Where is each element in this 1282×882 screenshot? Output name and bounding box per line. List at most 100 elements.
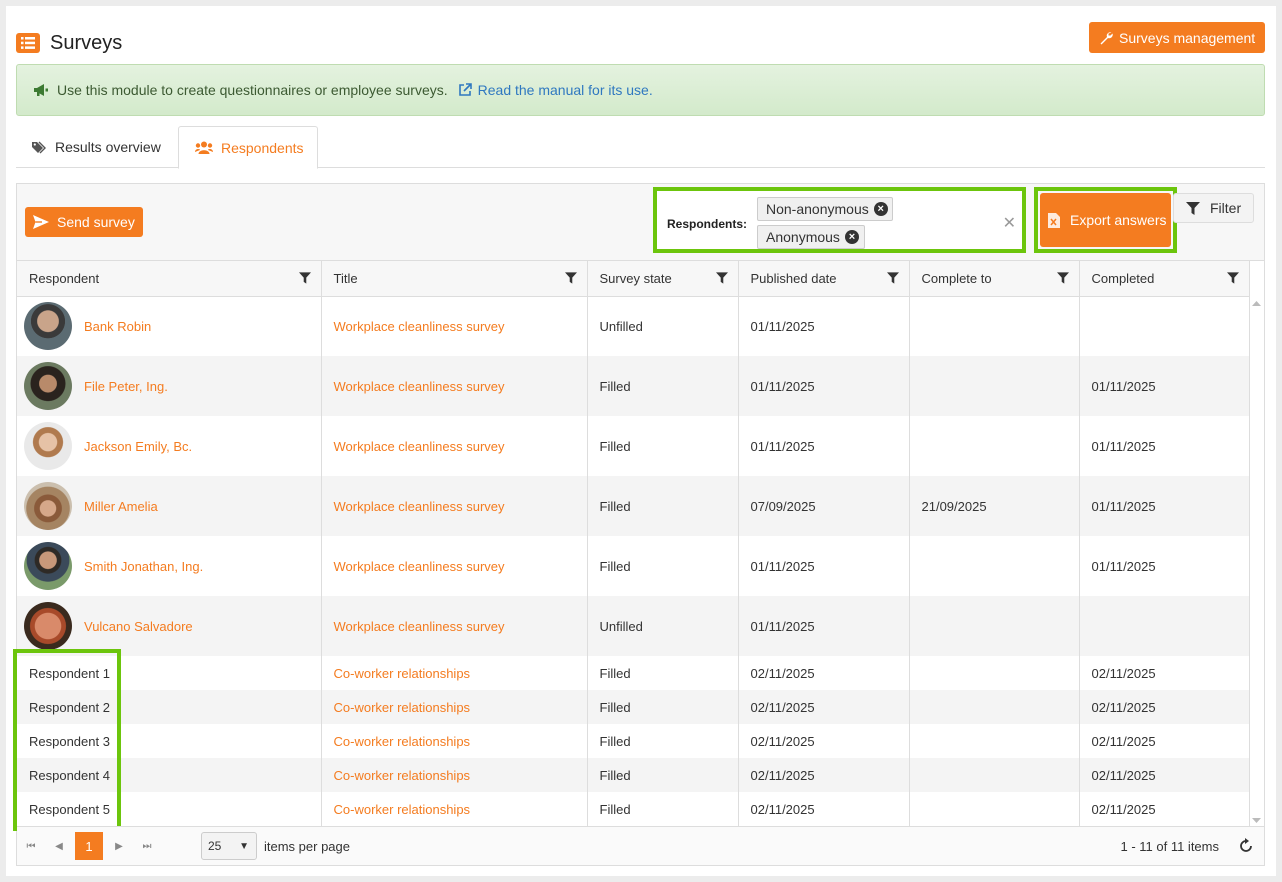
respondent-link[interactable]: Vulcano Salvadore xyxy=(84,619,193,634)
survey-title-link[interactable]: Workplace cleanliness survey xyxy=(334,559,505,574)
remove-chip-icon[interactable]: × xyxy=(873,202,888,216)
column-header-complete-to[interactable]: Complete to xyxy=(909,261,1080,297)
table-row[interactable]: Respondent 3 Co-worker relationships Fil… xyxy=(17,724,1250,758)
complete-to-cell xyxy=(909,758,1080,792)
table-header-row: Respondent Title Survey state Published … xyxy=(17,261,1250,297)
chip-non-anonymous[interactable]: Non-anonymous × xyxy=(757,197,893,221)
complete-to-cell xyxy=(909,356,1080,416)
state-cell: Filled xyxy=(587,536,739,596)
survey-title-link[interactable]: Co-worker relationships xyxy=(334,768,471,783)
column-header-completed[interactable]: Completed xyxy=(1079,261,1250,297)
survey-title-link[interactable]: Workplace cleanliness survey xyxy=(334,379,505,394)
avatar xyxy=(24,362,72,410)
survey-title-link[interactable]: Workplace cleanliness survey xyxy=(334,319,505,334)
surveys-management-button[interactable]: Surveys management xyxy=(1089,22,1265,53)
respondent-link[interactable]: Miller Amelia xyxy=(84,499,158,514)
wrench-icon xyxy=(1100,31,1113,44)
column-filter-icon[interactable] xyxy=(715,272,728,284)
column-filter-icon[interactable] xyxy=(1056,272,1069,284)
state-cell: Unfilled xyxy=(587,596,739,656)
avatar xyxy=(24,422,72,470)
respondents-table: Respondent Title Survey state Published … xyxy=(17,261,1250,826)
first-page-icon[interactable]: ⏮ xyxy=(17,841,45,852)
clear-selection-icon[interactable]: ✕ xyxy=(1003,213,1016,233)
tab-results-overview[interactable]: Results overview xyxy=(32,126,161,168)
chip-anonymous[interactable]: Anonymous × xyxy=(757,225,865,249)
column-header-published-date[interactable]: Published date xyxy=(738,261,910,297)
tab-respondents-label: Respondents xyxy=(221,139,304,156)
survey-title-link[interactable]: Co-worker relationships xyxy=(334,666,471,681)
remove-chip-icon[interactable]: × xyxy=(844,230,859,244)
column-header-respondent[interactable]: Respondent xyxy=(17,261,322,297)
published-cell: 02/11/2025 xyxy=(738,724,910,758)
chevron-down-icon: ▼ xyxy=(239,841,249,852)
vertical-scrollbar[interactable] xyxy=(1249,296,1264,826)
prev-page-icon[interactable]: ◀ xyxy=(45,841,73,852)
next-page-icon[interactable]: ▶ xyxy=(105,841,133,852)
survey-title-link[interactable]: Workplace cleanliness survey xyxy=(334,439,505,454)
table-row[interactable]: File Peter, Ing. Workplace cleanliness s… xyxy=(17,356,1250,416)
items-per-page-label: items per page xyxy=(264,838,350,854)
export-highlight: Export answers xyxy=(1034,187,1177,253)
table-row[interactable]: Bank Robin Workplace cleanliness survey … xyxy=(17,296,1250,356)
table-row[interactable]: Smith Jonathan, Ing. Workplace cleanline… xyxy=(17,536,1250,596)
complete-to-cell xyxy=(909,792,1080,826)
survey-title-link[interactable]: Workplace cleanliness survey xyxy=(334,619,505,634)
complete-to-cell xyxy=(909,596,1080,656)
published-cell: 01/11/2025 xyxy=(738,596,910,656)
respondents-filter-highlight: Respondents: Non-anonymous × Anonymous ×… xyxy=(653,187,1026,253)
column-filter-icon[interactable] xyxy=(564,272,577,284)
last-page-icon[interactable]: ⏭ xyxy=(133,841,161,852)
survey-title-link[interactable]: Co-worker relationships xyxy=(334,802,471,817)
completed-cell: 01/11/2025 xyxy=(1079,416,1250,476)
column-filter-icon[interactable] xyxy=(1226,272,1239,284)
page-size-select[interactable]: 25 ▼ xyxy=(201,832,257,860)
completed-cell: 01/11/2025 xyxy=(1079,476,1250,536)
state-cell: Filled xyxy=(587,416,739,476)
info-text: Use this module to create questionnaires… xyxy=(57,82,448,98)
filter-button[interactable]: Filter xyxy=(1173,193,1254,223)
completed-cell: 01/11/2025 xyxy=(1079,536,1250,596)
tab-respondents[interactable]: Respondents xyxy=(178,126,318,169)
column-filter-icon[interactable] xyxy=(886,272,899,284)
respondent-link[interactable]: Bank Robin xyxy=(84,319,151,334)
send-survey-button[interactable]: Send survey xyxy=(25,207,143,237)
survey-title-link[interactable]: Workplace cleanliness survey xyxy=(334,499,505,514)
table-row[interactable]: Miller Amelia Workplace cleanliness surv… xyxy=(17,476,1250,536)
title-cell: Workplace cleanliness survey xyxy=(321,536,588,596)
pager: ⏮ ◀ 1 ▶ ⏭ 25 ▼ items per page 1 - 11 of … xyxy=(17,826,1264,865)
scroll-up-icon[interactable] xyxy=(1249,298,1264,310)
current-page[interactable]: 1 xyxy=(75,832,103,860)
manual-link[interactable]: Read the manual for its use. xyxy=(458,82,653,98)
export-answers-label: Export answers xyxy=(1070,212,1167,228)
anonymous-respondents-highlight xyxy=(13,649,121,831)
state-cell: Unfilled xyxy=(587,296,739,356)
megaphone-icon xyxy=(34,84,48,96)
respondent-link[interactable]: Jackson Emily, Bc. xyxy=(84,439,192,454)
title-cell: Co-worker relationships xyxy=(321,758,588,792)
column-header-title[interactable]: Title xyxy=(321,261,588,297)
column-filter-icon[interactable] xyxy=(298,272,311,284)
table-row[interactable]: Respondent 2 Co-worker relationships Fil… xyxy=(17,690,1250,724)
respondent-cell: Miller Amelia xyxy=(17,476,322,536)
table-row[interactable]: Jackson Emily, Bc. Workplace cleanliness… xyxy=(17,416,1250,476)
tab-results-overview-label: Results overview xyxy=(55,139,161,155)
refresh-icon[interactable] xyxy=(1238,838,1254,854)
respondents-grid: Send survey Respondents: Non-anonymous ×… xyxy=(13,183,1265,866)
title-cell: Co-worker relationships xyxy=(321,724,588,758)
survey-title-link[interactable]: Co-worker relationships xyxy=(334,734,471,749)
tab-bar: Results overview Respondents xyxy=(16,126,1265,169)
respondent-link[interactable]: File Peter, Ing. xyxy=(84,379,168,394)
scroll-down-icon[interactable] xyxy=(1249,814,1264,826)
title-cell: Co-worker relationships xyxy=(321,792,588,826)
column-header-survey-state[interactable]: Survey state xyxy=(587,261,739,297)
table-row[interactable]: Respondent 5 Co-worker relationships Fil… xyxy=(17,792,1250,826)
survey-title-link[interactable]: Co-worker relationships xyxy=(334,700,471,715)
table-row[interactable]: Respondent 4 Co-worker relationships Fil… xyxy=(17,758,1250,792)
table-row[interactable]: Vulcano Salvadore Workplace cleanliness … xyxy=(17,596,1250,656)
published-cell: 01/11/2025 xyxy=(738,416,910,476)
export-answers-button[interactable]: Export answers xyxy=(1040,193,1171,247)
respondent-link[interactable]: Smith Jonathan, Ing. xyxy=(84,559,203,574)
file-excel-icon xyxy=(1048,212,1060,228)
table-row[interactable]: Respondent 1 Co-worker relationships Fil… xyxy=(17,656,1250,690)
